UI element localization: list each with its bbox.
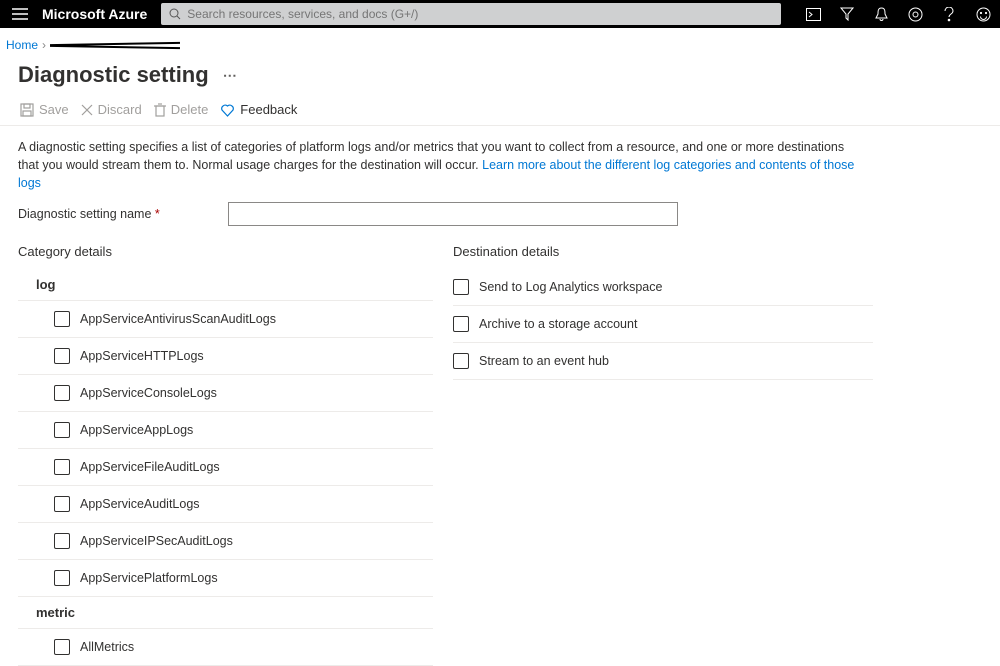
log-category-appserviceipsecauditlogs: AppServiceIPSecAuditLogs [18,523,433,560]
checkbox[interactable] [54,570,70,586]
required-indicator: * [155,207,160,221]
top-icon-group [796,0,1000,28]
search-icon [169,8,181,20]
log-category-allmetrics: AllMetrics [18,629,433,666]
directory-filter-button[interactable] [830,0,864,28]
help-icon [944,7,954,22]
destination-heading: Destination details [453,244,873,269]
feedback-label: Feedback [240,102,297,117]
checkbox[interactable] [54,496,70,512]
setting-name-row: Diagnostic setting name * [0,192,1000,226]
hamburger-icon [12,8,28,20]
checkbox[interactable] [453,279,469,295]
discard-button[interactable]: Discard [81,102,142,117]
checkbox-label: AppServicePlatformLogs [80,571,218,585]
destination-option-archive-to-a-storage-account: Archive to a storage account [453,306,873,343]
checkbox-label: AppServiceAntivirusScanAuditLogs [80,312,276,326]
checkbox[interactable] [54,385,70,401]
checkbox[interactable] [54,422,70,438]
breadcrumb-sep-icon: › [42,38,46,52]
delete-label: Delete [171,102,209,117]
setting-name-input[interactable] [228,202,678,226]
checkbox-label: AppServiceIPSecAuditLogs [80,534,233,548]
description: A diagnostic setting specifies a list of… [0,138,880,192]
checkbox-label: AppServiceConsoleLogs [80,386,217,400]
log-category-appserviceplatformlogs: AppServicePlatformLogs [18,560,433,597]
log-group-label: log [18,269,433,301]
gear-icon [908,7,923,22]
category-column: Category details log AppServiceAntivirus… [18,244,433,666]
notifications-button[interactable] [864,0,898,28]
toolbar: Save Discard Delete Feedback [0,92,1000,126]
category-heading: Category details [18,244,433,269]
global-search[interactable] [161,3,781,25]
more-actions-button[interactable]: ⋯ [219,63,241,88]
page-title: Diagnostic setting [18,62,209,88]
checkbox[interactable] [453,353,469,369]
checkbox[interactable] [54,639,70,655]
checkbox-label: Send to Log Analytics workspace [479,280,662,294]
cloud-shell-button[interactable] [796,0,830,28]
brand-label: Microsoft Azure [40,6,157,22]
help-button[interactable] [932,0,966,28]
hamburger-menu[interactable] [0,0,40,28]
checkbox-label: AppServiceAppLogs [80,423,193,437]
bell-icon [875,7,888,22]
smiley-icon [976,7,991,22]
feedback-face-button[interactable] [966,0,1000,28]
destination-column: Destination details Send to Log Analytic… [453,244,873,666]
filter-icon [840,7,854,21]
discard-icon [81,104,93,116]
discard-label: Discard [98,102,142,117]
save-label: Save [39,102,69,117]
checkbox[interactable] [54,348,70,364]
feedback-button[interactable]: Feedback [220,102,297,117]
save-icon [20,103,34,117]
checkbox[interactable] [453,316,469,332]
log-category-appserviceauditlogs: AppServiceAuditLogs [18,486,433,523]
heart-icon [220,103,235,117]
search-input[interactable] [187,7,773,21]
destination-option-send-to-log-analytics-workspace: Send to Log Analytics workspace [453,269,873,306]
checkbox-label: AllMetrics [80,640,134,654]
checkbox[interactable] [54,311,70,327]
checkbox-label: AppServiceAuditLogs [80,497,200,511]
log-category-appservicehttplogs: AppServiceHTTPLogs [18,338,433,375]
breadcrumb-home[interactable]: Home [6,38,38,52]
breadcrumb: Home › [0,28,1000,52]
setting-name-label: Diagnostic setting name * [18,207,228,221]
metric-group-label: metric [18,597,433,629]
checkbox-label: Stream to an event hub [479,354,609,368]
log-category-appserviceconsolelogs: AppServiceConsoleLogs [18,375,433,412]
log-category-appserviceapplogs: AppServiceAppLogs [18,412,433,449]
cloud-shell-icon [806,8,821,21]
trash-icon [154,103,166,117]
settings-button[interactable] [898,0,932,28]
page-title-row: Diagnostic setting ⋯ [0,52,1000,92]
checkbox-label: Archive to a storage account [479,317,637,331]
destination-option-stream-to-an-event-hub: Stream to an event hub [453,343,873,380]
log-category-appservicefileauditlogs: AppServiceFileAuditLogs [18,449,433,486]
checkbox[interactable] [54,459,70,475]
delete-button[interactable]: Delete [154,102,209,117]
setting-name-label-text: Diagnostic setting name [18,207,151,221]
columns: Category details log AppServiceAntivirus… [0,226,1000,666]
breadcrumb-redacted [50,39,180,51]
save-button[interactable]: Save [20,102,69,117]
topbar: Microsoft Azure [0,0,1000,28]
checkbox-label: AppServiceHTTPLogs [80,349,204,363]
checkbox[interactable] [54,533,70,549]
checkbox-label: AppServiceFileAuditLogs [80,460,220,474]
log-category-appserviceantivirusscanauditlogs: AppServiceAntivirusScanAuditLogs [18,301,433,338]
